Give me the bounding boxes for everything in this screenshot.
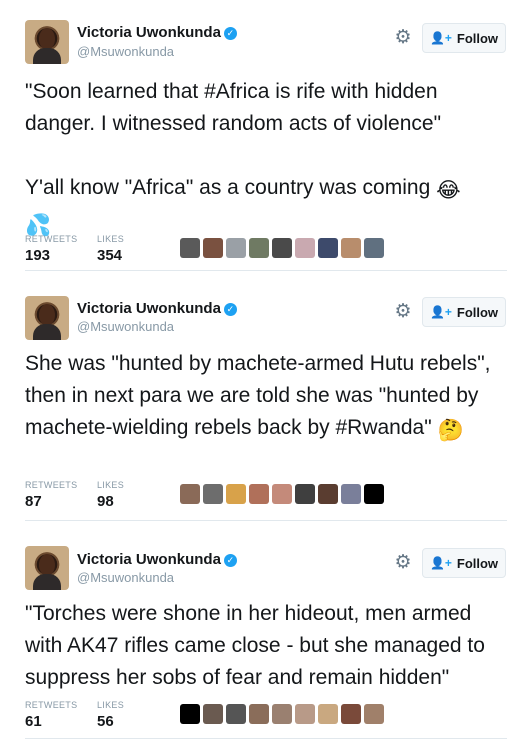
liker-avatar[interactable]	[226, 704, 246, 724]
display-name[interactable]: Victoria Uwonkunda ✓	[77, 24, 237, 41]
retweets-stat[interactable]: RETWEETS 193	[25, 234, 77, 264]
display-name-text: Victoria Uwonkunda	[77, 300, 221, 317]
tweet-text-line: "Soon learned that #Africa is rife with …	[25, 80, 444, 135]
divider	[25, 738, 507, 739]
user-handle[interactable]: @Msuwonkunda	[77, 570, 174, 585]
follow-button[interactable]: 👤+ Follow	[422, 548, 506, 578]
tears-of-joy-emoji-icon: 😂	[436, 179, 461, 202]
tweet-text-line: "Torches were shone in her hideout, men …	[25, 602, 491, 689]
tweet-text: "Soon learned that #Africa is rife with …	[25, 76, 505, 242]
liker-avatar[interactable]	[226, 238, 246, 258]
likes-label: LIKES	[97, 480, 125, 490]
liker-avatar[interactable]	[249, 238, 269, 258]
liker-avatar[interactable]	[203, 238, 223, 258]
liker-avatar[interactable]	[249, 704, 269, 724]
follow-label: Follow	[456, 555, 499, 571]
liker-avatar[interactable]	[295, 238, 315, 258]
add-person-icon: 👤+	[429, 305, 452, 319]
liker-avatar[interactable]	[272, 704, 292, 724]
liker-avatar[interactable]	[318, 704, 338, 724]
retweets-count: 87	[25, 493, 42, 510]
display-name-text: Victoria Uwonkunda	[77, 551, 221, 568]
tweet-text-line: She was "hunted by machete-armed Hutu re…	[25, 352, 497, 439]
tweet-text-line: Y'all know "Africa" as a country was com…	[25, 176, 431, 199]
liker-avatar[interactable]	[364, 238, 384, 258]
liker-avatar[interactable]	[364, 704, 384, 724]
retweets-stat[interactable]: RETWEETS 61	[25, 700, 77, 730]
liker-avatar[interactable]	[180, 484, 200, 504]
gear-icon[interactable]: ⚙	[393, 28, 413, 48]
display-name[interactable]: Victoria Uwonkunda ✓	[77, 300, 237, 317]
display-name[interactable]: Victoria Uwonkunda ✓	[77, 551, 237, 568]
liker-avatar[interactable]	[341, 238, 361, 258]
liker-avatar[interactable]	[295, 704, 315, 724]
liker-avatar[interactable]	[341, 484, 361, 504]
avatar[interactable]	[25, 546, 69, 590]
tweet-text: "Torches were shone in her hideout, men …	[25, 598, 505, 694]
likes-count: 56	[97, 713, 114, 730]
liker-avatar[interactable]	[341, 704, 361, 724]
gear-icon[interactable]: ⚙	[393, 553, 413, 573]
likes-label: LIKES	[97, 700, 125, 710]
liker-avatar[interactable]	[226, 484, 246, 504]
avatar[interactable]	[25, 20, 69, 64]
liker-avatar[interactable]	[180, 704, 200, 724]
liker-avatar[interactable]	[203, 484, 223, 504]
liker-avatar[interactable]	[249, 484, 269, 504]
likes-count: 354	[97, 247, 123, 264]
follow-label: Follow	[456, 304, 499, 320]
liker-avatar[interactable]	[364, 484, 384, 504]
retweets-count: 193	[25, 247, 51, 264]
display-name-text: Victoria Uwonkunda	[77, 24, 221, 41]
retweets-label: RETWEETS	[25, 700, 78, 710]
verified-badge-icon: ✓	[223, 27, 237, 40]
likes-stat[interactable]: LIKES 98	[97, 480, 124, 510]
liker-avatar[interactable]	[318, 238, 338, 258]
retweets-label: RETWEETS	[25, 234, 78, 244]
liker-avatar[interactable]	[272, 484, 292, 504]
tweet-text: She was "hunted by machete-armed Hutu re…	[25, 348, 505, 447]
likes-stat[interactable]: LIKES 354	[97, 234, 124, 264]
liker-avatar[interactable]	[318, 484, 338, 504]
follow-button[interactable]: 👤+ Follow	[422, 23, 506, 53]
user-handle[interactable]: @Msuwonkunda	[77, 44, 174, 59]
liker-avatar[interactable]	[295, 484, 315, 504]
verified-badge-icon: ✓	[223, 303, 237, 316]
divider	[25, 520, 507, 521]
likes-count: 98	[97, 493, 114, 510]
add-person-icon: 👤+	[429, 31, 452, 45]
likers-avatars	[180, 704, 387, 724]
avatar[interactable]	[25, 296, 69, 340]
liker-avatar[interactable]	[203, 704, 223, 724]
follow-label: Follow	[456, 30, 499, 46]
add-person-icon: 👤+	[429, 556, 452, 570]
likes-stat[interactable]: LIKES 56	[97, 700, 124, 730]
thinking-face-emoji-icon: 🤔	[437, 419, 464, 442]
liker-avatar[interactable]	[272, 238, 292, 258]
liker-avatar[interactable]	[180, 238, 200, 258]
retweets-label: RETWEETS	[25, 480, 78, 490]
retweets-stat[interactable]: RETWEETS 87	[25, 480, 77, 510]
likes-label: LIKES	[97, 234, 125, 244]
retweets-count: 61	[25, 713, 42, 730]
likers-avatars	[180, 238, 387, 258]
follow-button[interactable]: 👤+ Follow	[422, 297, 506, 327]
user-handle[interactable]: @Msuwonkunda	[77, 319, 174, 334]
likers-avatars	[180, 484, 387, 504]
verified-badge-icon: ✓	[223, 554, 237, 567]
gear-icon[interactable]: ⚙	[393, 302, 413, 322]
divider	[25, 270, 507, 271]
